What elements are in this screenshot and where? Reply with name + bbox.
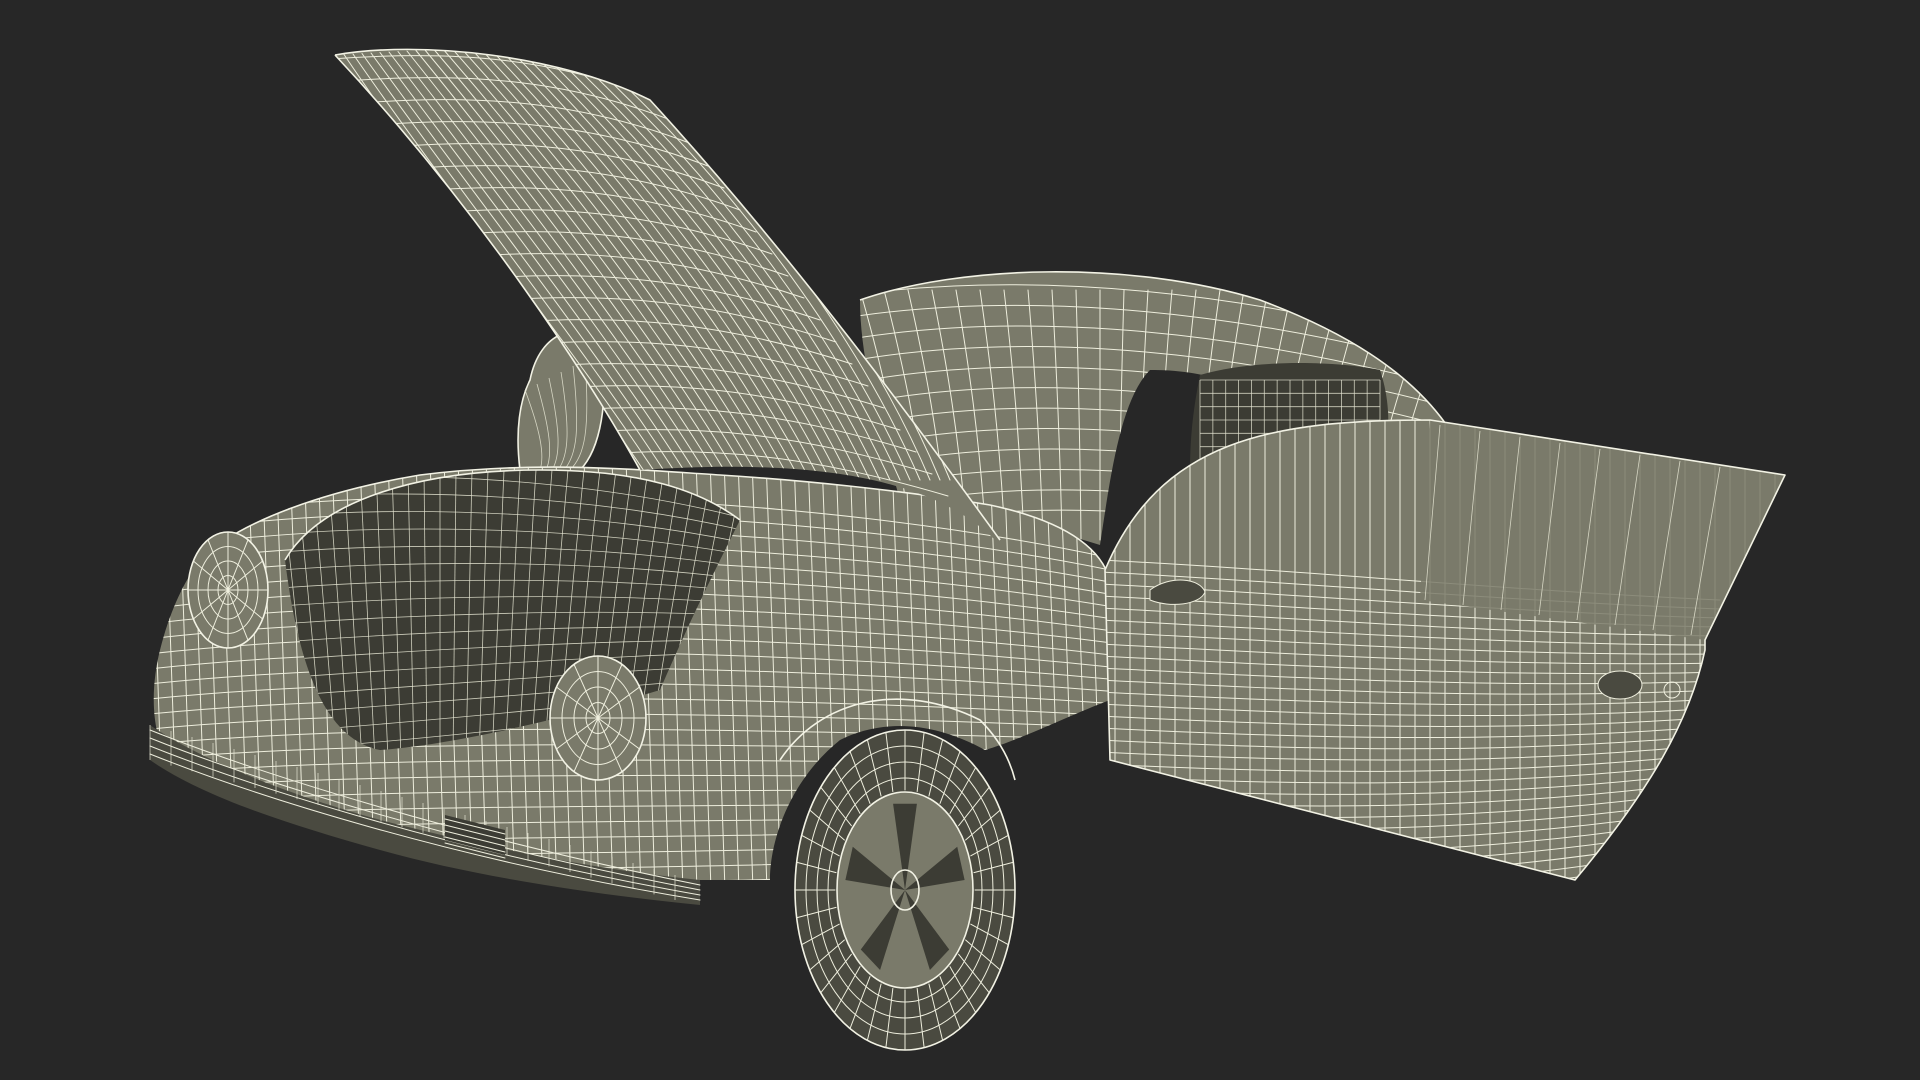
right-headlight xyxy=(549,655,647,781)
front-wheel xyxy=(794,729,1016,1051)
door-window-frame xyxy=(1420,420,1785,640)
render-viewport xyxy=(0,0,1920,1080)
left-headlight xyxy=(187,531,269,649)
wireframe-car-render xyxy=(149,48,1786,1051)
door-panel xyxy=(1104,419,1786,881)
car-model xyxy=(149,48,1786,1051)
